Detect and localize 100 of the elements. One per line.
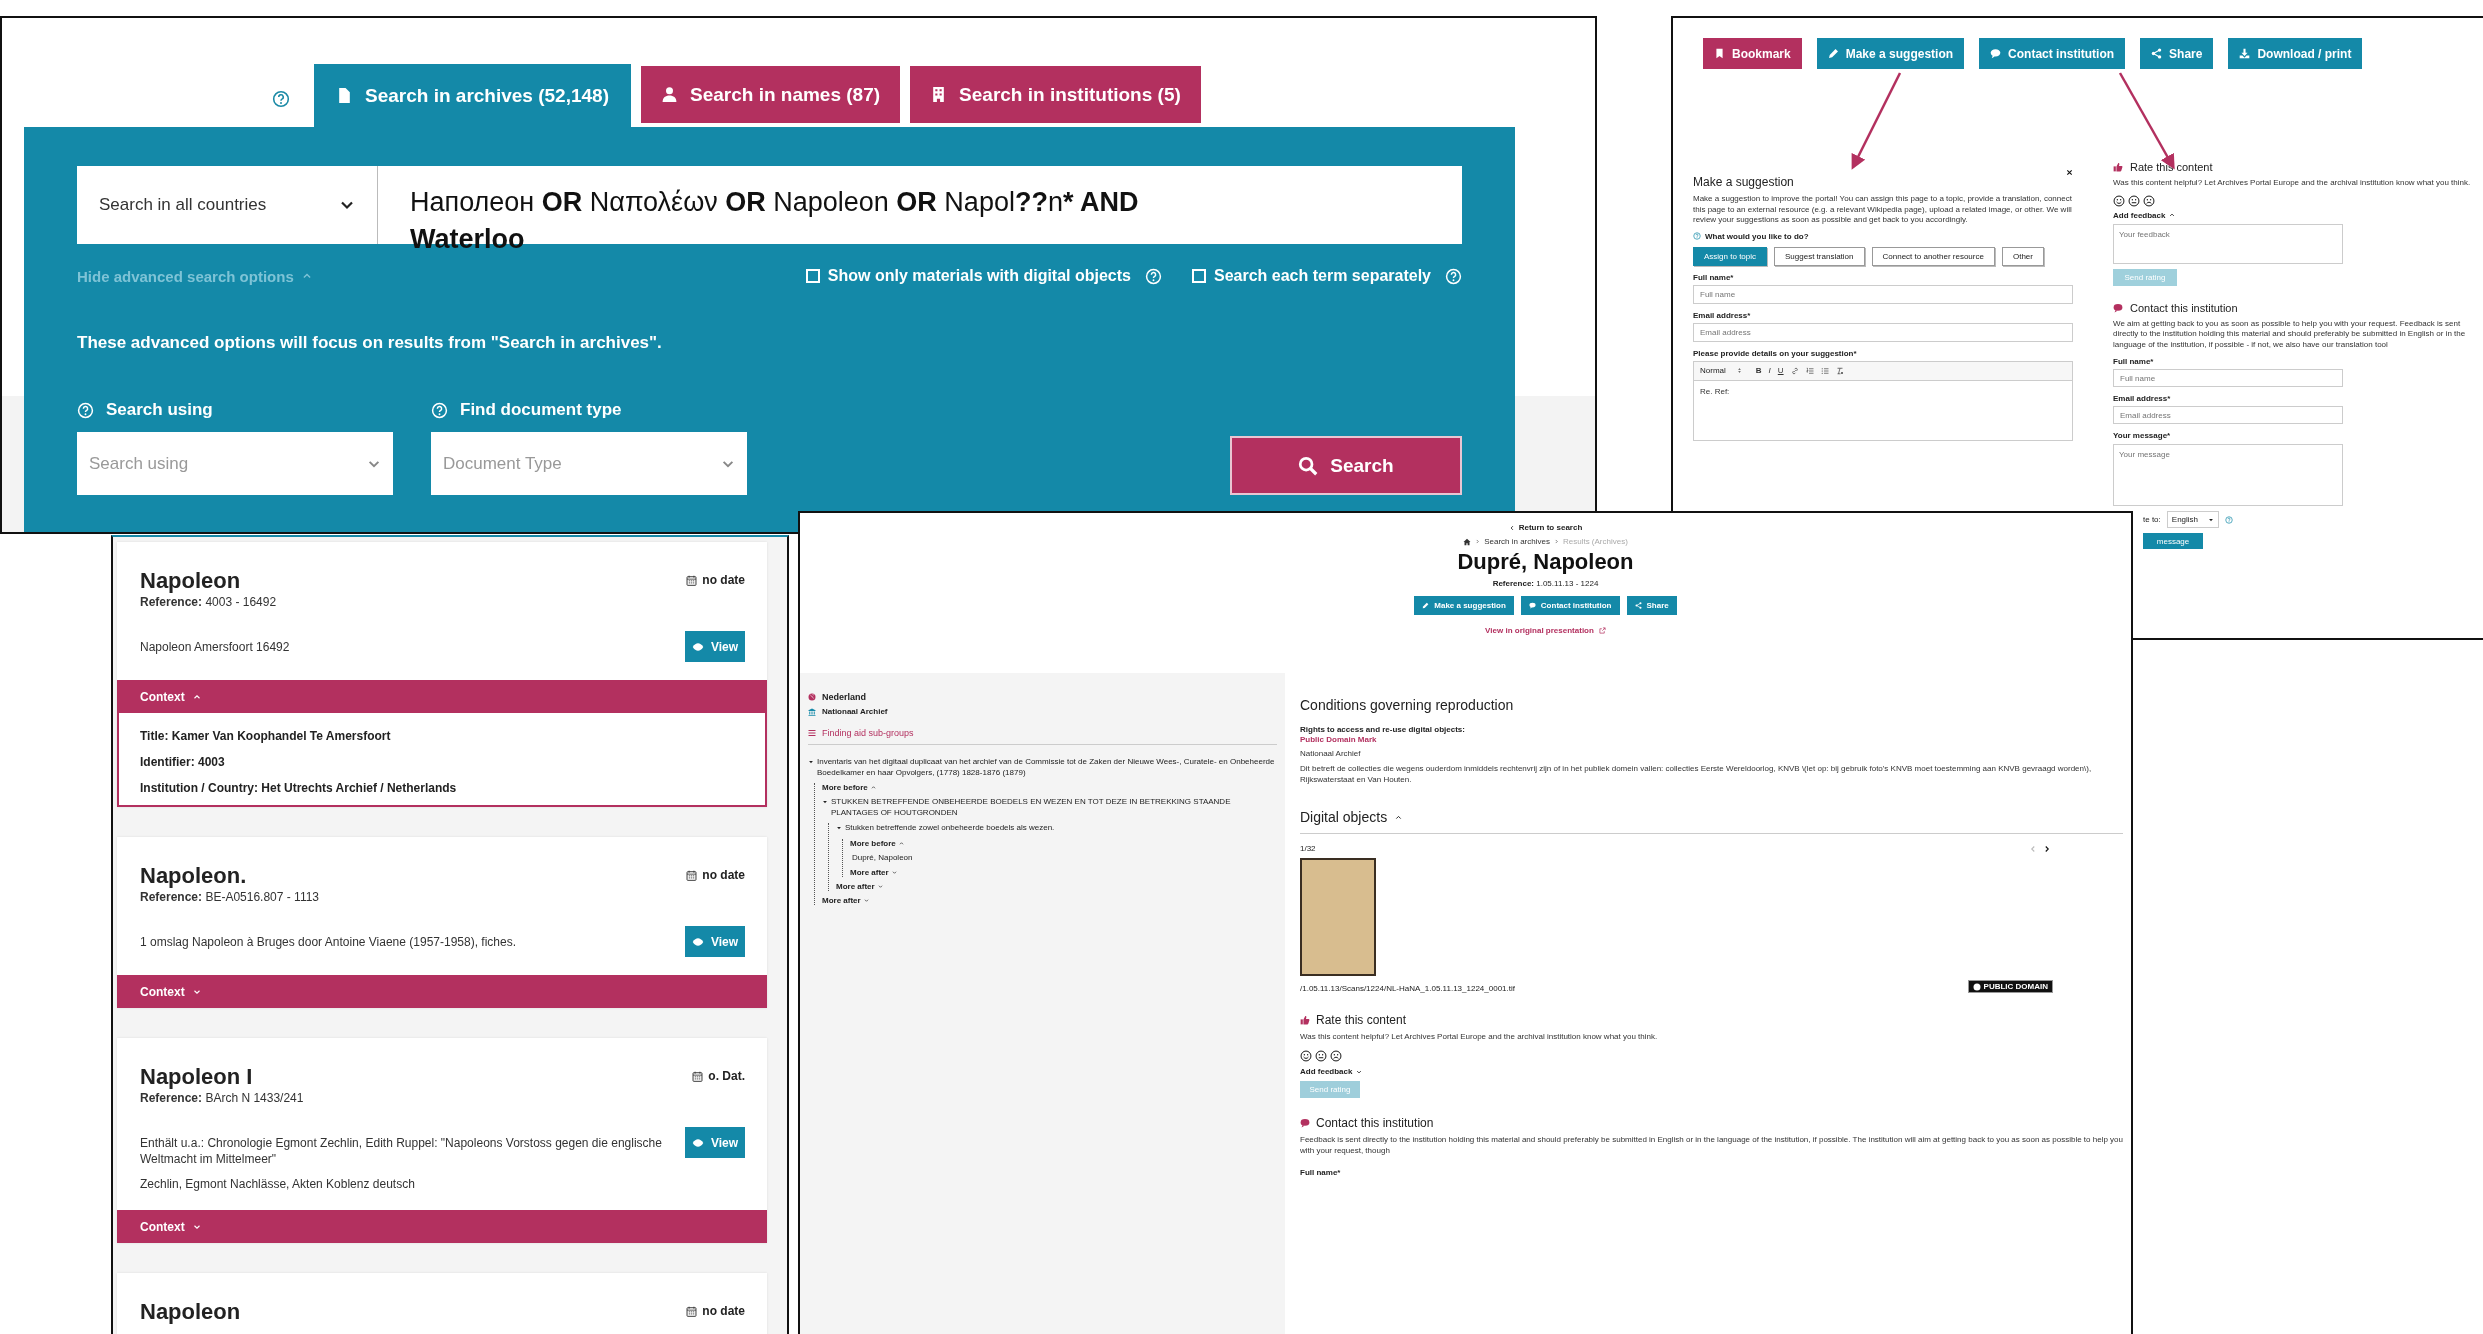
action-button[interactable]: Contact institution [1979, 38, 2126, 69]
result-title[interactable]: Napoleon [140, 1299, 241, 1325]
return-link[interactable]: Return to search [1508, 523, 1583, 532]
send-message-button[interactable]: message [2143, 533, 2203, 549]
action-button[interactable]: Download / print [2228, 38, 2363, 69]
field-label: Full name* [1300, 1168, 1341, 1177]
view-button[interactable]: View [685, 631, 745, 662]
format-button[interactable]: B [1755, 366, 1762, 375]
action-button[interactable]: Make a suggestion [1816, 38, 1965, 69]
description-text: Napoleon Amersfoort 16492 [140, 639, 290, 655]
message-field[interactable]: Your message [2113, 444, 2343, 506]
action-button[interactable]: Bookmark [1703, 38, 1802, 69]
view-button[interactable]: View [685, 926, 745, 957]
section-toggle[interactable]: Digital objects [1300, 809, 1403, 825]
caret-icon[interactable] [808, 759, 814, 765]
country-select[interactable]: Search in all countries [77, 166, 378, 244]
text-field[interactable]: Full name [2113, 369, 2343, 387]
description-text: Enthält u.a.: Chronologie Egmont Zechlin, Edith Ruppel: "Napoleons Vorstoss gegen die englische Weltmacht im Mittelmeer" [140, 1135, 663, 1167]
feedback-toggle[interactable]: Add feedback [1300, 1067, 1363, 1076]
chevron-right-icon[interactable] [2043, 844, 2051, 853]
context-toggle[interactable]: Context [117, 975, 767, 1008]
text-editor[interactable]: Normal B I U Re. Ref: [1693, 360, 2073, 441]
section-heading: Rate this content [2130, 161, 2213, 173]
option-button[interactable]: Suggest translation [1774, 246, 1865, 266]
scan-photo-placeholder[interactable] [1300, 858, 1376, 976]
pencil-icon [1422, 602, 1430, 609]
checkbox-label[interactable]: Search each term separately [1214, 267, 1431, 285]
checkbox[interactable] [805, 269, 820, 283]
numbered-list-icon[interactable] [1805, 366, 1814, 375]
calendar-icon [686, 869, 698, 881]
action-button[interactable]: Contact institution [1520, 596, 1620, 615]
text-field[interactable]: Email address [1693, 322, 2073, 342]
section-heading: Contact this institution [2130, 301, 2238, 314]
feedback-toggle[interactable]: Add feedback [2113, 210, 2483, 220]
sort-arrows-icon [1735, 367, 1743, 374]
chevron-right-icon [1475, 539, 1481, 544]
text-field[interactable]: Full name [1693, 284, 2073, 304]
result-title[interactable]: Napoleon. [140, 863, 247, 889]
info-text: We aim at getting back to you as soon as possible to help you with your request. Feedback is sent directly to the institution holding this material and should preferably be submitted in English or in the language of the institution, if possible - if not, we also have our translation tool [2113, 318, 2467, 350]
person-icon [661, 85, 678, 104]
chevron-down-icon [863, 898, 869, 903]
view-button[interactable]: View [685, 1127, 745, 1158]
search-tab[interactable]: Search in institutions (5) [910, 66, 1201, 123]
checkbox[interactable] [1192, 269, 1206, 283]
more-link[interactable]: More before [850, 838, 904, 848]
caret-icon[interactable] [836, 825, 842, 831]
holder-text: Nationaal Archief [1300, 748, 1361, 759]
happy-face-icon[interactable] [1300, 1050, 1312, 1062]
breadcrumb-link[interactable]: Search in archives [1484, 537, 1550, 546]
field-label: Your message* [2113, 431, 2172, 440]
format-button[interactable]: I [1768, 366, 1771, 375]
globe-icon [808, 693, 816, 701]
text-field[interactable]: Email address [2113, 406, 2343, 424]
date-text: o. Dat. [708, 1069, 745, 1083]
search-tab[interactable]: Search in names (87) [641, 66, 901, 123]
language-select[interactable]: English [2166, 511, 2220, 528]
more-link[interactable]: More before [822, 783, 876, 792]
context-toggle[interactable]: Context [117, 680, 767, 713]
format-button[interactable]: U [1777, 366, 1784, 375]
bullet-list-icon[interactable] [1820, 366, 1829, 375]
checkbox-label[interactable]: Show only materials with digital objects [827, 267, 1131, 285]
sad-face-icon[interactable] [1330, 1050, 1342, 1062]
option-button[interactable]: Assign to topic [1693, 246, 1768, 266]
option-button[interactable]: Other [2001, 246, 2044, 266]
action-button[interactable]: Make a suggestion [1414, 596, 1514, 615]
more-link[interactable]: More after [850, 868, 897, 877]
thumbs-up-icon [2113, 162, 2123, 172]
search-button[interactable]: Search [1230, 436, 1462, 495]
action-button[interactable]: Share [1626, 596, 1677, 615]
license-link[interactable]: Public Domain Mark [1300, 735, 1377, 744]
close-icon[interactable] [2066, 169, 2073, 176]
format-dropdown[interactable]: Normal [1700, 366, 1743, 375]
context-toggle[interactable]: Context [117, 1210, 767, 1243]
result-title[interactable]: Napoleon [140, 568, 241, 594]
feedback-field[interactable]: Your feedback [2113, 223, 2343, 264]
happy-face-icon[interactable] [2113, 194, 2125, 207]
tree-item[interactable]: Inventaris van het digitaal duplicaat van het archief van de Commissie tot de Zaken der Nieuwe Wees-, Curatele- en Onbeheerde Boedelkamer en haar Opvolgers, (1778) 1828-1876 (1879) [817, 757, 1277, 778]
home-icon[interactable] [1463, 537, 1472, 546]
original-presentation-link[interactable]: View in original presentation [1485, 626, 1606, 635]
institution-name[interactable]: Nationaal Archief [822, 707, 888, 716]
tree-item[interactable]: STUKKEN BETREFFENDE ONBEHEERDE BOEDELS EN WEZEN EN TOT DEZE IN BETREKKING STAANDE PLANTAGES OF HOUTGRONDEN [831, 797, 1277, 818]
sad-face-icon[interactable] [2143, 194, 2155, 207]
option-button[interactable]: Connect to another resource [1871, 246, 1995, 266]
help-icon[interactable] [272, 89, 290, 108]
action-button[interactable]: Share [2140, 38, 2214, 69]
tree-item[interactable]: Stukken betreffende zowel onbeheerde boedels als wezen. [845, 823, 1055, 834]
result-title[interactable]: Napoleon I [140, 1064, 253, 1090]
neutral-face-icon[interactable] [2128, 194, 2140, 207]
description-text: Zechlin, Egmont Nachlässe, Akten Koblenz deutsch [140, 1176, 416, 1192]
info-text: Feedback is sent directly to the institution holding this material and should preferably be submitted in English or in the language of the institution, if possible. The institution will aim at getting back to you as soon as possible to help you with your request, though [1300, 1134, 2123, 1156]
clear-format-icon[interactable] [1835, 366, 1844, 375]
more-link[interactable]: More after [822, 896, 869, 905]
caret-icon[interactable] [822, 799, 828, 805]
chevron-left-icon [1508, 524, 1515, 531]
more-link[interactable]: More after [836, 882, 883, 891]
link-icon[interactable] [1790, 366, 1799, 375]
tree-item[interactable]: Dupré, Napoleon [850, 852, 913, 863]
search-tab[interactable]: Search in archives (52,148) [314, 64, 631, 127]
neutral-face-icon[interactable] [1315, 1050, 1327, 1062]
license-mark-icon [1972, 982, 1981, 991]
